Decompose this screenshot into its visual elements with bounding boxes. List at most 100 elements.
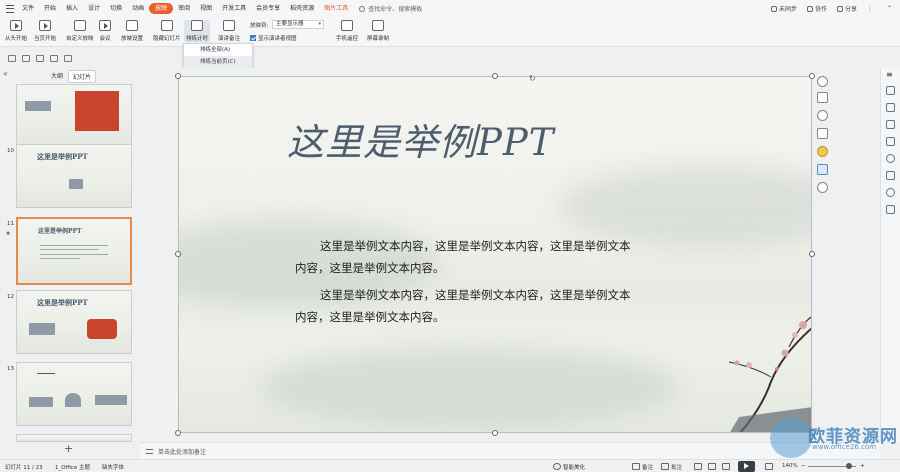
zoom-slider-knob[interactable] <box>846 463 852 469</box>
preview-icon[interactable] <box>36 54 44 62</box>
slide-thumbnail-12[interactable]: 这里是举例PPT <box>16 290 132 354</box>
brush-icon[interactable] <box>886 120 895 129</box>
thumb-text-line <box>40 249 98 250</box>
slide-panel: « 大纲 幻灯片 10 这里是举例PPT 11 ✱ 这里是举例PPT 12 这里… <box>0 68 140 455</box>
rehearse-current-item[interactable]: 排练当前页(C) <box>184 56 252 68</box>
hamburger-icon[interactable] <box>6 4 14 13</box>
slide-number: 12 <box>7 294 14 300</box>
layers-icon[interactable] <box>817 92 828 103</box>
menu-bar: 文件 开始 插入 设计 切换 动画 放映 审阅 视图 开发工具 会员专享 稻壳资… <box>0 0 900 17</box>
menu-file[interactable]: 文件 <box>17 3 39 14</box>
missing-font-button[interactable]: 缺失字体 <box>102 463 124 471</box>
menu-view[interactable]: 视图 <box>195 3 217 14</box>
meeting-button[interactable]: 会议 <box>99 20 111 42</box>
thumb-shape <box>87 319 117 339</box>
help-icon[interactable] <box>886 154 895 163</box>
slide-thumbnail-10[interactable]: 这里是举例PPT <box>16 144 132 208</box>
redo-icon[interactable] <box>64 54 72 62</box>
menu-developer[interactable]: 开发工具 <box>217 3 251 14</box>
more-icon[interactable]: ⋮ <box>867 5 873 12</box>
command-search[interactable]: 查找命令、搜索模板 <box>359 4 422 13</box>
slide-thumbnail-9[interactable] <box>16 84 132 148</box>
rehearse-all-item[interactable]: 排练全部(A) <box>184 44 252 56</box>
tab-slides[interactable]: 幻灯片 <box>68 70 97 83</box>
thumb-title: 这里是举例PPT <box>37 152 88 161</box>
share-sidebar-icon[interactable] <box>886 171 895 180</box>
slide[interactable]: 这里是举例PPT 这里是举例文本内容，这里是举例文本内容，这里是举例文本内容，这… <box>178 76 812 433</box>
slide-thumbnail-11[interactable]: 这里是举例PPT <box>16 217 132 285</box>
menu-docer[interactable]: 稻壳资源 <box>285 3 319 14</box>
add-slide-button[interactable]: + <box>64 442 73 455</box>
slideshow-settings-button[interactable]: 放映设置 <box>121 20 143 42</box>
menu-review[interactable]: 审阅 <box>173 3 195 14</box>
undo-icon[interactable] <box>50 54 58 62</box>
zoom-icon[interactable] <box>817 110 828 121</box>
menu-animation[interactable]: 动画 <box>127 3 149 14</box>
minus-icon[interactable] <box>817 76 828 87</box>
from-current-button[interactable]: 当页开始 <box>34 20 56 42</box>
hide-slide-button[interactable]: 隐藏幻灯片 <box>153 20 181 42</box>
thumb-title: 这里是举例PPT <box>38 228 82 235</box>
slide-thumbnail-13[interactable] <box>16 362 132 426</box>
reading-view-icon[interactable] <box>722 463 730 470</box>
collapse-ribbon-icon[interactable]: ⌃ <box>887 5 892 12</box>
sorter-view-icon[interactable] <box>708 463 716 470</box>
sync-status[interactable]: 未同步 <box>770 4 797 13</box>
slide-thumbnail-14[interactable] <box>16 434 132 442</box>
thumb-shape <box>69 179 83 189</box>
menu-design[interactable]: 设计 <box>83 3 105 14</box>
custom-show-icon <box>73 20 86 31</box>
menu-home[interactable]: 开始 <box>39 3 61 14</box>
speaker-notes-button[interactable]: 演讲备注 <box>218 20 240 42</box>
more-options-icon[interactable] <box>817 182 828 193</box>
notes-bar[interactable]: 单击此处添加备注 <box>140 442 880 459</box>
collapse-panel-icon[interactable]: « <box>3 69 8 78</box>
location-icon[interactable] <box>886 188 895 197</box>
crop-icon[interactable] <box>817 128 828 139</box>
thumb-shape <box>75 91 119 131</box>
menu-transitions[interactable]: 切换 <box>105 3 127 14</box>
notes-button[interactable]: 备注 <box>642 463 653 471</box>
hide-slide-icon <box>160 20 173 31</box>
picture-icon[interactable] <box>817 164 828 175</box>
zoom-level[interactable]: 140% <box>782 463 798 469</box>
slide-text-block[interactable]: 这里是举例文本内容，这里是举例文本内容，这里是举例文本内容，这里是举例文本内容。 <box>295 235 635 279</box>
monitor-select[interactable]: 主要显示器 <box>272 20 324 29</box>
slide-paragraph: 这里是举例文本内容，这里是举例文本内容，这里是举例文本内容，这里是举例文本内容。 <box>295 239 631 275</box>
play-current-icon <box>39 20 51 31</box>
menu-slideshow[interactable]: 放映 <box>149 3 174 14</box>
custom-show-button[interactable]: 自定义放映 <box>66 20 94 42</box>
tab-outline[interactable]: 大纲 <box>47 70 67 81</box>
normal-view-icon[interactable] <box>694 463 702 470</box>
from-start-button[interactable]: 从头开始 <box>5 20 27 42</box>
menu-member[interactable]: 会员专享 <box>251 3 285 14</box>
transition-icon[interactable] <box>886 137 895 146</box>
save-icon[interactable] <box>8 54 16 62</box>
rehearse-dropdown: 排练全部(A) 排练当前页(C) <box>183 43 253 70</box>
rehearse-timing-button[interactable]: 排练计时 <box>184 20 211 42</box>
backup-icon[interactable] <box>886 205 895 214</box>
comments-button[interactable]: 批注 <box>671 463 682 471</box>
fit-icon[interactable] <box>765 463 773 470</box>
presenter-view-checkbox[interactable]: 显示演讲者视图 <box>250 34 297 42</box>
bulb-icon[interactable] <box>817 146 828 157</box>
slide-text-block[interactable]: 这里是举例文本内容，这里是举例文本内容，这里是举例文本内容，这里是举例文本内容。 <box>295 284 635 328</box>
notes-toggle-icon[interactable] <box>146 448 153 454</box>
smart-beautify-button[interactable]: 智能美化 <box>563 463 585 471</box>
slide-counter: 幻灯片 11 / 23 <box>5 465 43 471</box>
sidebar-collapse-icon[interactable]: ≡ <box>886 70 895 79</box>
play-slideshow-button[interactable] <box>738 461 755 472</box>
menu-picture-tools[interactable]: 图片工具 <box>319 3 353 14</box>
slide-title[interactable]: 这里是举例PPT <box>287 112 554 166</box>
office-logo-icon <box>770 418 812 458</box>
menu-insert[interactable]: 插入 <box>61 3 83 14</box>
style-icon[interactable] <box>886 86 895 95</box>
collab-button[interactable]: 协作 <box>806 4 827 13</box>
print-icon[interactable] <box>22 54 30 62</box>
share-button[interactable]: 分享 <box>836 4 857 13</box>
screen-record-button[interactable]: 屏幕录制 <box>367 20 389 42</box>
adjust-icon[interactable] <box>886 103 895 112</box>
zoom-out-icon[interactable]: − <box>801 463 806 469</box>
phone-remote-button[interactable]: 手机遥控 <box>336 20 358 42</box>
zoom-in-icon[interactable]: + <box>860 463 865 469</box>
